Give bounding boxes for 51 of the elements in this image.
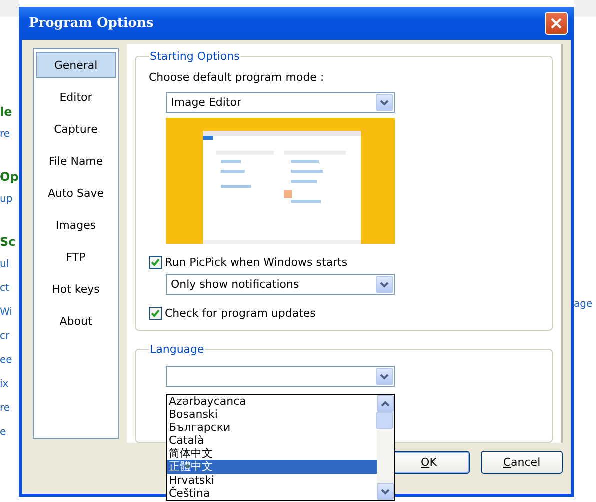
field-label: Choose default program mode : xyxy=(149,71,326,84)
checkbox-label[interactable]: Run PicPick when Windows starts xyxy=(165,256,348,269)
language-option[interactable]: 简体中文 xyxy=(167,447,377,460)
language-option[interactable]: Čeština xyxy=(167,486,377,500)
page-link[interactable]: age xyxy=(574,299,593,310)
language-option[interactable]: Català xyxy=(167,434,377,448)
scroll-up-icon[interactable] xyxy=(377,395,394,412)
scroll-down-icon[interactable] xyxy=(377,483,394,500)
page-header-bar xyxy=(0,0,19,17)
close-icon xyxy=(550,17,563,30)
page-link[interactable]: ix xyxy=(0,379,19,390)
category-item[interactable]: Capture xyxy=(36,116,116,142)
page-link[interactable]: re xyxy=(0,129,19,140)
startup-dropdown[interactable]: Only show notifications xyxy=(166,274,395,295)
checkbox-label[interactable]: Check for program updates xyxy=(165,307,316,320)
checkbox[interactable] xyxy=(149,307,162,320)
dialog-button[interactable]: Cancel xyxy=(481,451,563,474)
page-heading: Op xyxy=(0,170,19,184)
category-item[interactable]: FTP xyxy=(36,244,116,270)
page-link[interactable]: e xyxy=(0,427,19,438)
page-header-bar xyxy=(574,0,596,17)
page-link[interactable]: cr xyxy=(0,331,19,342)
group-title: Starting Options xyxy=(149,50,241,63)
language-option[interactable]: 正體中文 xyxy=(167,460,377,474)
checkbox[interactable] xyxy=(149,256,162,269)
category-item[interactable]: File Name xyxy=(36,148,116,174)
category-item[interactable]: Editor xyxy=(36,84,116,110)
close-button[interactable] xyxy=(545,12,568,35)
page-link[interactable]: Wi xyxy=(0,307,19,318)
mode-dropdown[interactable]: Image Editor xyxy=(166,92,395,113)
page-link[interactable]: ul xyxy=(0,259,19,270)
language-option[interactable]: Hrvatski xyxy=(167,474,377,487)
page-link[interactable]: up xyxy=(0,194,19,205)
page-heading: Sc xyxy=(0,235,17,249)
category-item[interactable]: General xyxy=(36,52,116,78)
page-link[interactable]: ee xyxy=(0,355,19,366)
group-title: Language xyxy=(149,343,206,356)
language-option[interactable]: Azərbaycanca xyxy=(167,395,377,408)
language-option[interactable]: Bosanski xyxy=(167,408,377,422)
scroll-thumb[interactable] xyxy=(376,412,393,429)
language-dropdown[interactable] xyxy=(166,366,395,387)
category-item[interactable]: About xyxy=(36,308,116,334)
category-item[interactable]: Images xyxy=(36,212,116,238)
page-link[interactable]: re xyxy=(0,403,19,414)
language-option[interactable]: Български xyxy=(167,421,377,434)
page-heading: le xyxy=(0,105,14,119)
window-title: Program Options xyxy=(29,16,154,31)
page-link[interactable]: ct xyxy=(0,283,19,294)
category-item[interactable]: Hot keys xyxy=(36,276,116,302)
category-item[interactable]: Auto Save xyxy=(36,180,116,206)
scrollbar[interactable] xyxy=(377,395,394,500)
